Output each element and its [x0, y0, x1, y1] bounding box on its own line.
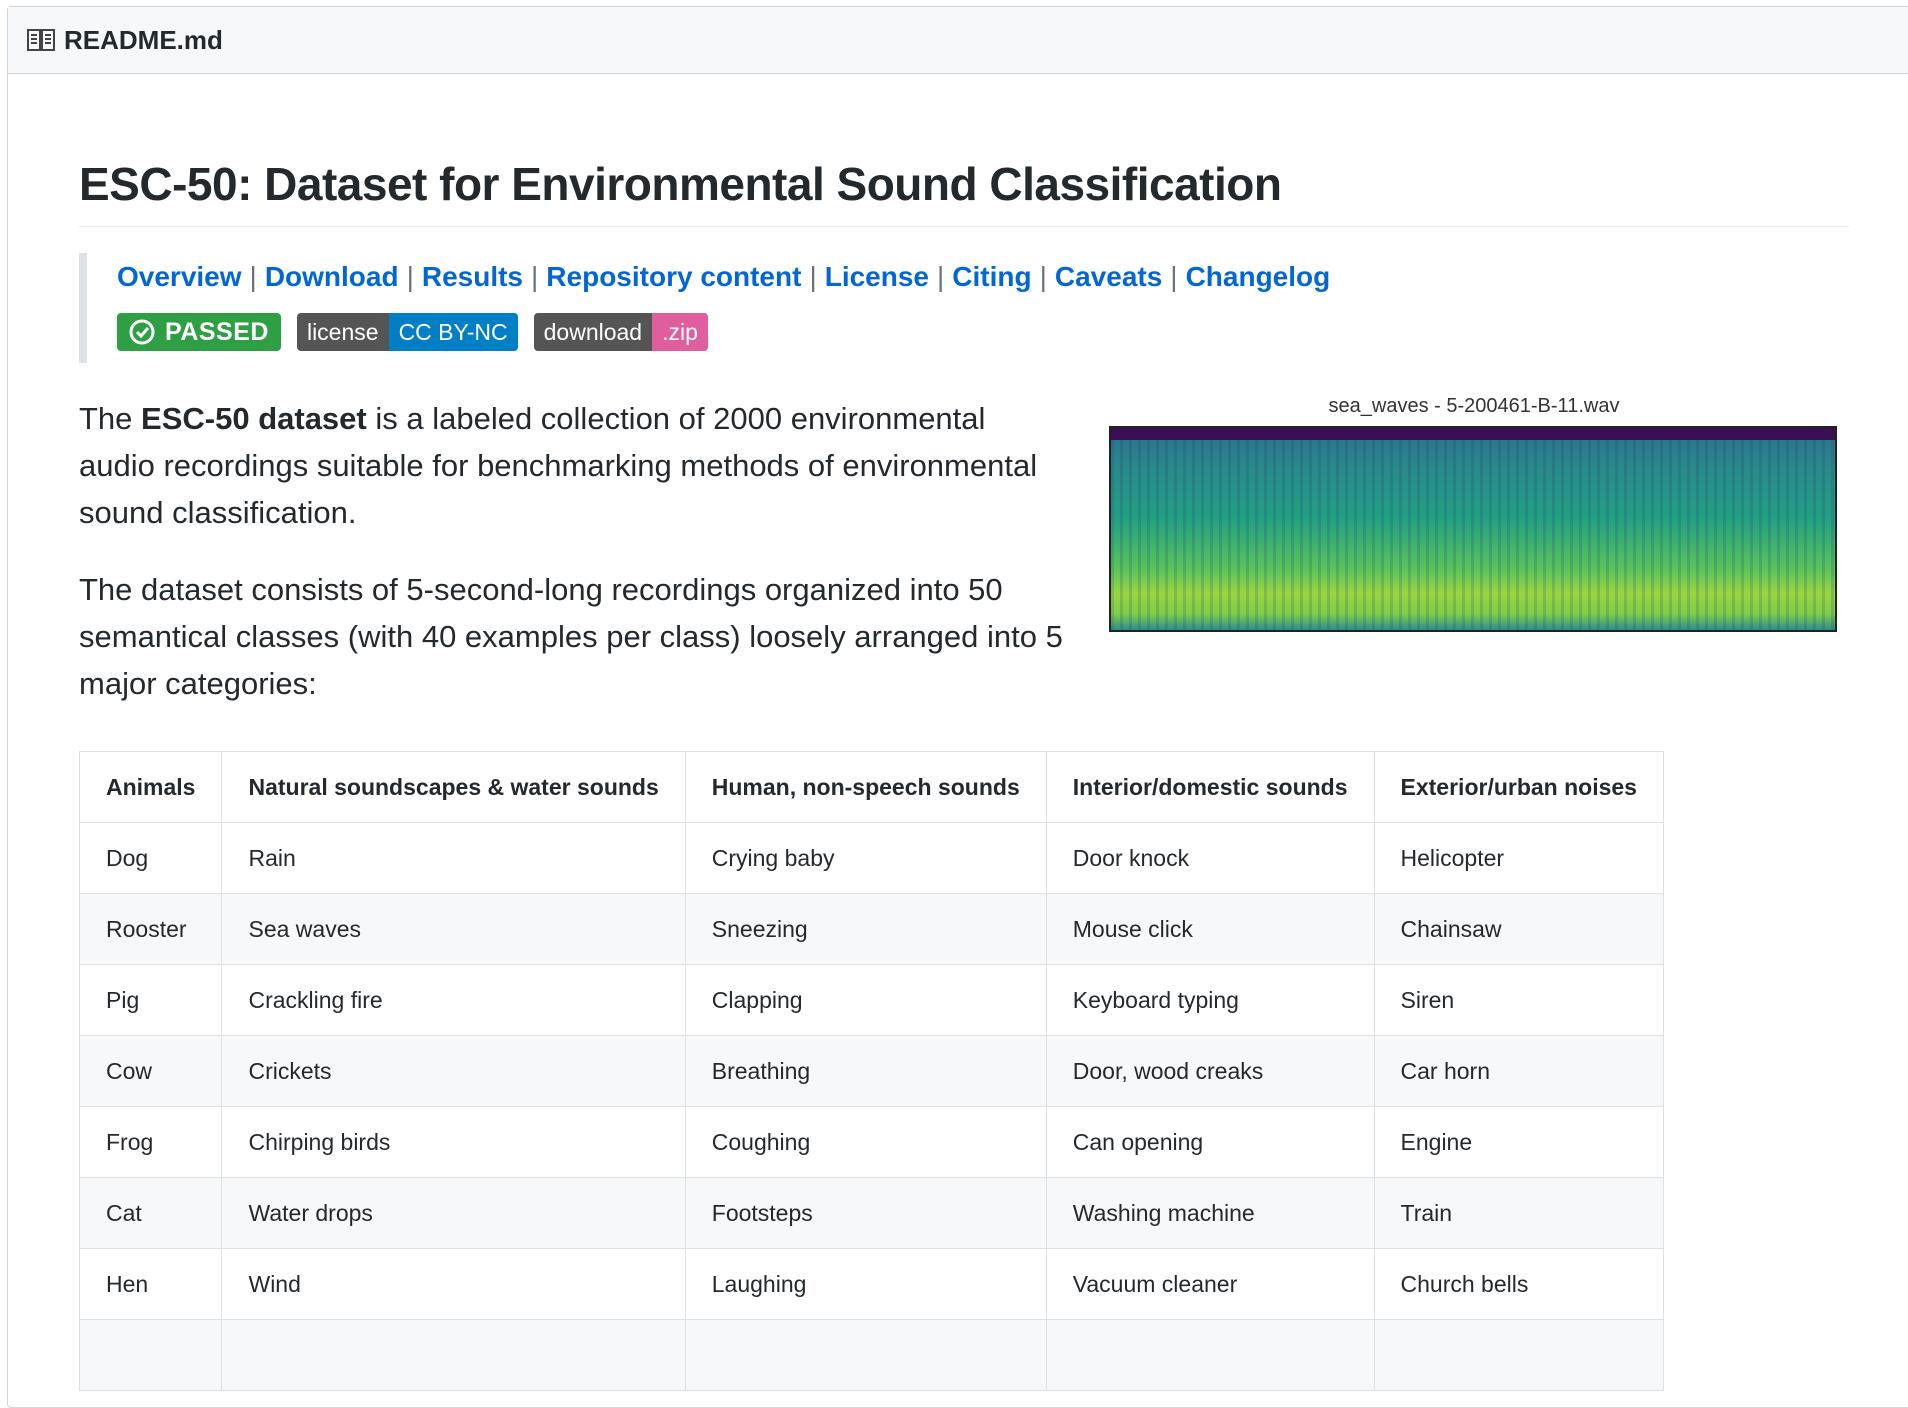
table-cell: Crackling fire [221, 964, 686, 1036]
nav-separator: | [1170, 261, 1178, 292]
badges: PASSED license CC BY-NC download .zip [117, 313, 1849, 351]
table-header-row: Animals Natural soundscapes & water soun… [78, 751, 1664, 823]
nav-link-repository-content[interactable]: Repository content [546, 261, 801, 292]
download-badge-value: .zip [652, 313, 708, 351]
nav-link-download[interactable]: Download [265, 261, 399, 292]
table-row: Cow Crickets Breathing Door, wood creaks… [78, 1035, 1664, 1107]
nav-link-changelog[interactable]: Changelog [1186, 261, 1331, 292]
table-row: Pig Crackling fire Clapping Keyboard typ… [78, 964, 1664, 1036]
page-title: ESC-50: Dataset for Environmental Sound … [79, 156, 1849, 227]
table-cell: Wind [221, 1248, 686, 1320]
table-cell: Rain [221, 822, 686, 894]
table-cell: Frog [78, 1106, 223, 1178]
table-cell: Can opening [1045, 1106, 1375, 1178]
table-cell: Sea waves [221, 893, 686, 965]
table-header-cell: Animals [78, 751, 223, 823]
spectrogram-figure: sea_waves - 5-200461-B-11.wav [1109, 395, 1839, 632]
table-cell: Keyboard typing [1045, 964, 1375, 1036]
file-name: README.md [64, 24, 223, 55]
table-cell: Pig [78, 964, 223, 1036]
license-badge-label: license [296, 313, 389, 351]
check-circle-icon [129, 319, 155, 345]
table-cell: Door, wood creaks [1045, 1035, 1375, 1107]
nav-link-caveats[interactable]: Caveats [1055, 261, 1162, 292]
table-header-cell: Human, non-speech sounds [684, 751, 1047, 823]
table-cell: Chainsaw [1373, 893, 1664, 965]
intro-p1-prefix: The [79, 401, 142, 436]
license-badge-value: CC BY-NC [388, 313, 518, 351]
nav-link-overview[interactable]: Overview [117, 261, 242, 292]
table-cell: Coughing [684, 1106, 1047, 1178]
nav-links: Overview | Download | Results | Repository con… [117, 259, 1849, 295]
table-header-cell: Exterior/urban noises [1373, 751, 1664, 823]
nav-separator: | [531, 261, 539, 292]
table-cell: Crying baby [684, 822, 1047, 894]
table-cell: Footsteps [684, 1177, 1047, 1249]
intro-paragraph-1: The ESC-50 dataset is a labeled collecti… [79, 395, 1069, 536]
table-row: Frog Chirping birds Coughing Can opening… [78, 1106, 1664, 1178]
table-cell: Dog [78, 822, 223, 894]
nav-separator: | [406, 261, 414, 292]
table-cell: Train [1373, 1177, 1664, 1249]
table-cell: Cat [78, 1177, 223, 1249]
nav-link-license[interactable]: License [825, 261, 929, 292]
table-cell: Washing machine [1045, 1177, 1375, 1249]
table-cell: Engine [1373, 1106, 1664, 1178]
table-cell: Door knock [1045, 822, 1375, 894]
table-cell: Chirping birds [221, 1106, 686, 1178]
table-cell: Laughing [684, 1248, 1047, 1320]
table-cell: Mouse click [1045, 893, 1375, 965]
table-cell: Hen [78, 1248, 223, 1320]
table-row: Cat Water drops Footsteps Washing machin… [78, 1177, 1664, 1249]
nav-separator: | [809, 261, 817, 292]
nav-link-results[interactable]: Results [422, 261, 523, 292]
table-cell: Breathing [684, 1035, 1047, 1107]
table-row: Hen Wind Laughing Vacuum cleaner Church … [78, 1248, 1664, 1320]
table-cell [1373, 1319, 1664, 1391]
intro-section: The ESC-50 dataset is a labeled collecti… [79, 395, 1849, 725]
table-cell: Siren [1373, 964, 1664, 1036]
table-cell: Rooster [78, 893, 223, 965]
table-cell: Cow [78, 1035, 223, 1107]
nav-separator: | [249, 261, 257, 292]
table-cell [1045, 1319, 1375, 1391]
nav-separator: | [937, 261, 945, 292]
table-cell: Church bells [1373, 1248, 1664, 1320]
table-row [78, 1319, 1664, 1391]
table-cell: Water drops [221, 1177, 686, 1249]
passed-label: PASSED [165, 317, 269, 346]
table-cell: Helicopter [1373, 822, 1664, 894]
intro-paragraph-2: The dataset consists of 5-second-long re… [79, 572, 1063, 701]
table-cell: Car horn [1373, 1035, 1664, 1107]
nav-blockquote: Overview | Download | Results | Repository con… [79, 253, 1849, 363]
table-row: Rooster Sea waves Sneezing Mouse click C… [78, 893, 1664, 965]
build-passed-badge[interactable]: PASSED [117, 313, 281, 351]
intro-p1-bold: ESC-50 dataset [141, 401, 367, 436]
table-cell: Crickets [221, 1035, 686, 1107]
license-badge[interactable]: license CC BY-NC [296, 313, 518, 351]
table-row: Dog Rain Crying baby Door knock Helicopt… [78, 822, 1664, 894]
nav-separator: | [1039, 261, 1047, 292]
table-cell [221, 1319, 686, 1391]
spectrogram-image [1109, 426, 1837, 632]
table-cell: Vacuum cleaner [1045, 1248, 1375, 1320]
readme-content: ESC-50: Dataset for Environmental Sound … [78, 64, 1849, 1391]
categories-table: Animals Natural soundscapes & water soun… [78, 751, 1664, 1391]
table-cell [684, 1319, 1047, 1391]
book-icon [26, 27, 56, 53]
nav-link-citing[interactable]: Citing [952, 261, 1031, 292]
table-cell [78, 1319, 223, 1391]
download-badge[interactable]: download .zip [533, 313, 708, 351]
spectrogram-title: sea_waves - 5-200461-B-11.wav [1328, 395, 1620, 417]
table-header-cell: Interior/domestic sounds [1045, 751, 1375, 823]
download-badge-label: download [533, 313, 653, 351]
table-cell: Sneezing [684, 893, 1047, 965]
table-header-cell: Natural soundscapes & water sounds [221, 751, 686, 823]
table-cell: Clapping [684, 964, 1047, 1036]
